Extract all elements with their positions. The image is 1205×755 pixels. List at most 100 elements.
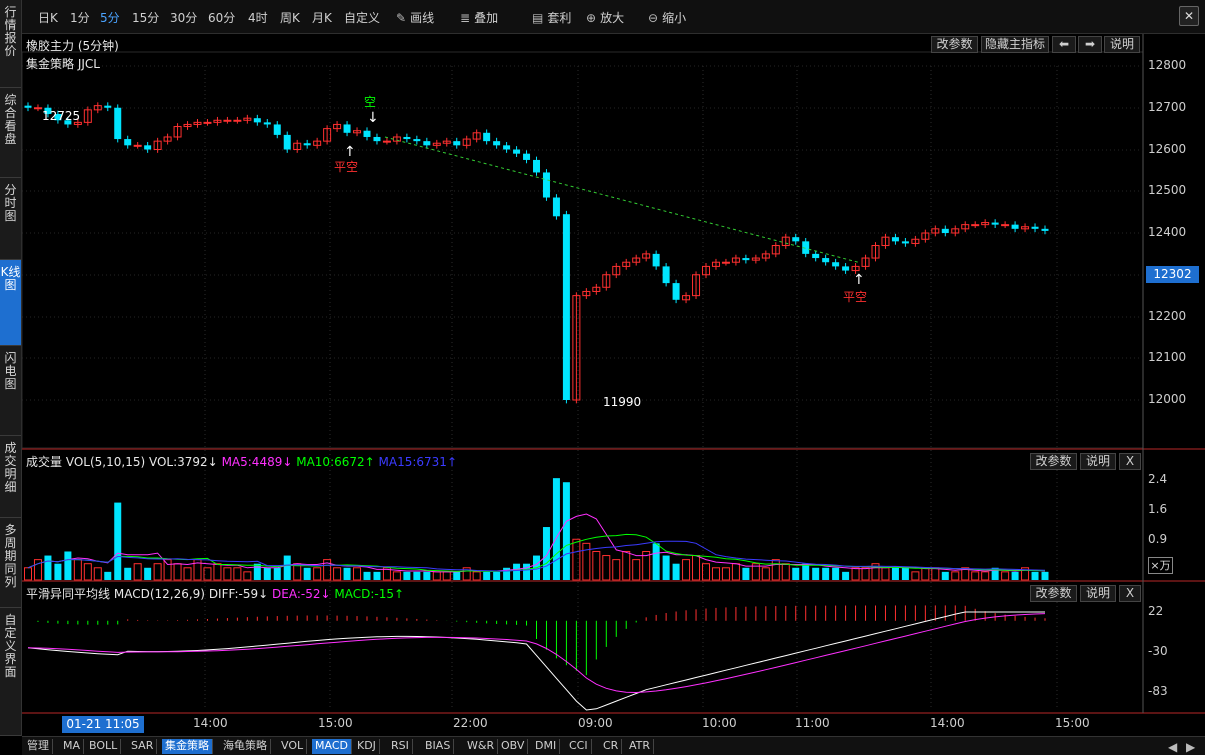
indicator-tab-6[interactable]: VOL — [278, 739, 308, 754]
time-axis-label: 15:00 — [318, 716, 353, 730]
candle-body-down — [114, 107, 122, 140]
candle-body-down — [413, 139, 421, 142]
volume-bar-up — [861, 567, 870, 581]
volume-bar-up — [582, 542, 591, 581]
tab-scroll-right-icon[interactable]: ▶ — [1186, 740, 1195, 754]
volume-bar-down — [552, 478, 560, 580]
arrow-right-icon[interactable]: ➡ — [1078, 36, 1102, 53]
macd-close-icon[interactable]: X — [1119, 585, 1141, 602]
volume-bar-up — [592, 550, 601, 581]
time-cursor-label: 01-21 11:05 — [62, 716, 144, 733]
candle-body-down — [363, 130, 371, 137]
volume-ma15: MA15:6731↑ — [378, 455, 457, 469]
indicator-tab-0[interactable]: 管理 — [24, 739, 53, 754]
volume-axis-label: 0.9 — [1148, 532, 1168, 546]
volume-bar-up — [761, 567, 770, 581]
indicator-tab-5[interactable]: 海龟策略 — [220, 739, 271, 754]
indicator-tab-2[interactable]: BOLL — [86, 739, 122, 754]
candle-body-up — [971, 224, 980, 227]
signal-close-short-label: 平空 — [843, 290, 868, 304]
indicator-tabbar: 管理 MA BOLL SAR 集金策略 海龟策略 VOL MACD KDJ RSI BIAS W&R O… — [22, 736, 1205, 755]
volume-title: 成交量 — [26, 455, 63, 469]
arrow-left-icon[interactable]: ⬅ — [1052, 36, 1076, 53]
indicator-tab-4[interactable]: 集金策略 — [162, 739, 213, 754]
candle-body-down — [273, 124, 281, 135]
indicator-tab-7[interactable]: MACD — [312, 739, 352, 754]
volume-bar-up — [333, 567, 342, 581]
tab-scroll-left-icon[interactable]: ◀ — [1168, 740, 1177, 754]
volume-bar-up — [24, 567, 32, 581]
indicator-tab-12[interactable]: OBV — [498, 739, 529, 754]
candle-body-down — [562, 214, 570, 400]
volume-bar-up — [353, 567, 362, 581]
hide-indicator-button[interactable]: 隐藏主指标 — [981, 36, 1049, 53]
volume-bar-up — [851, 567, 860, 581]
candle-body-down — [662, 266, 670, 284]
volume-bar-up — [133, 563, 142, 581]
volume-close-icon[interactable]: X — [1119, 453, 1141, 470]
volume-help-button[interactable]: 说明 — [1080, 453, 1116, 470]
volume-axis-label: 1.6 — [1148, 502, 1168, 516]
main-help-button[interactable]: 说明 — [1104, 36, 1140, 53]
indicator-tab-15[interactable]: CR — [600, 739, 623, 754]
volume-bar-up — [223, 567, 232, 581]
candle-body-down — [812, 253, 820, 259]
macd-axis-label: 22 — [1148, 604, 1164, 618]
volume-bar-down — [483, 571, 491, 580]
time-axis-label: 14:00 — [193, 716, 228, 730]
price-axis-label: 12100 — [1148, 350, 1187, 364]
candle-body-down — [842, 266, 850, 271]
macd-help-button[interactable]: 说明 — [1080, 585, 1116, 602]
volume-params-button[interactable]: 改参数 — [1030, 453, 1077, 470]
volume-bar-down — [562, 482, 570, 580]
price-axis-label: 12800 — [1148, 58, 1187, 72]
indicator-tab-3[interactable]: SAR — [128, 739, 158, 754]
volume-bar-down — [303, 567, 311, 580]
candle-body-down — [891, 237, 899, 242]
volume-bar-up — [721, 567, 730, 581]
candle-body-up — [133, 144, 142, 147]
indicator-tab-10[interactable]: BIAS — [422, 739, 455, 754]
volume-bar-up — [233, 567, 242, 581]
volume-bar-down — [662, 555, 670, 580]
indicator-tab-1[interactable]: MA — [60, 739, 85, 754]
candle-body-down — [124, 139, 132, 146]
candle-body-down — [104, 105, 112, 108]
indicator-tab-8[interactable]: KDJ — [354, 739, 380, 754]
volume-bar-down — [423, 571, 431, 580]
volume-bar-down — [672, 563, 680, 580]
volume-bar-down — [343, 567, 351, 580]
candle-body-down — [742, 258, 750, 261]
volume-bar-down — [1041, 571, 1049, 580]
indicator-tab-13[interactable]: DMI — [532, 739, 561, 754]
contract-title: 橡胶主力 (5分钟) — [26, 39, 119, 53]
macd-diff: DIFF:-59↓ — [208, 587, 269, 601]
volume-unit-toggle[interactable]: ×万 — [1148, 557, 1173, 574]
candle-body-down — [253, 118, 261, 123]
macd-dea: DEA:-52↓ — [272, 587, 331, 601]
indicator-tab-14[interactable]: CCI — [566, 739, 592, 754]
indicator-tab-11[interactable]: W&R — [464, 739, 499, 754]
volume-bar-up — [183, 567, 192, 581]
candle-body-down — [672, 283, 680, 300]
candle-body-down — [1031, 226, 1039, 229]
volume-params: VOL(5,10,15) — [65, 455, 146, 469]
indicator-tab-9[interactable]: RSI — [388, 739, 413, 754]
macd-params-button[interactable]: 改参数 — [1030, 585, 1077, 602]
indicator-tab-16[interactable]: ATR — [626, 739, 655, 754]
volume-bar-down — [54, 563, 62, 580]
volume-bar-down — [144, 567, 152, 580]
price-axis-label: 12200 — [1148, 309, 1187, 323]
candle-body-down — [901, 241, 909, 244]
volume-bar-up — [931, 567, 940, 581]
candle-body-down — [423, 141, 431, 146]
volume-bar-up — [572, 538, 581, 581]
candle-body-down — [991, 222, 999, 225]
chart-canvas: ↓↑↑ — [21, 34, 1205, 714]
volume-axis-label: 2.4 — [1148, 472, 1168, 486]
candle-body-up — [1001, 224, 1010, 227]
volume-bar-up — [911, 571, 920, 581]
volume-bar-up — [1001, 571, 1010, 581]
volume-bar-down — [792, 567, 800, 580]
main-params-button[interactable]: 改参数 — [931, 36, 978, 53]
